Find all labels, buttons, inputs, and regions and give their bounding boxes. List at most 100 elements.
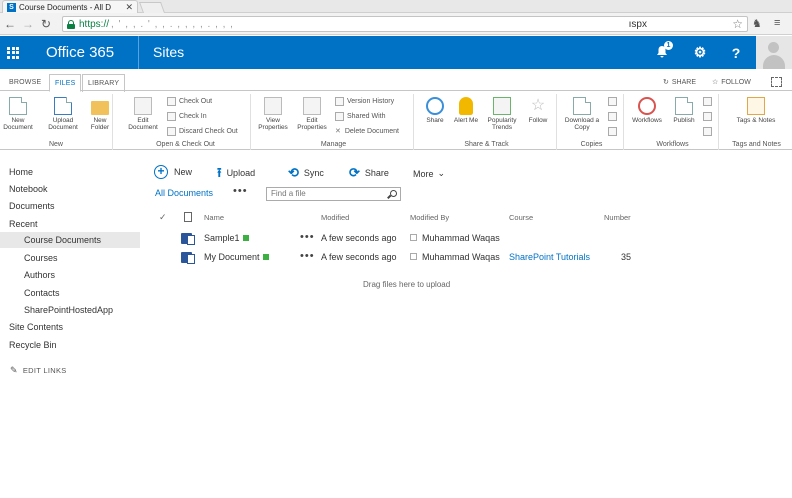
check-in-button[interactable]: Check In	[167, 112, 207, 121]
tab-files[interactable]: FILES	[49, 74, 82, 92]
bookmark-star-icon[interactable]: ☆	[732, 17, 743, 32]
shared-with-button[interactable]: Shared With	[335, 112, 386, 121]
workflows-button[interactable]: Workflows	[627, 97, 667, 124]
table-row[interactable]: My Document ••• A few seconds ago Muhamm…	[155, 249, 645, 267]
cancel-approval-button[interactable]	[703, 127, 715, 136]
office-365-brand[interactable]: Office 365	[46, 36, 114, 69]
nav-authors[interactable]: Authors	[24, 270, 55, 280]
plus-circle-icon: +	[154, 165, 168, 179]
address-bar[interactable]: https:// , ' , , . ' , , . , , , , . , ,…	[62, 16, 748, 32]
new-folder-button[interactable]: New Folder	[86, 97, 114, 131]
edit-document-button[interactable]: Edit Document	[123, 97, 163, 131]
sync-icon: ⟲	[288, 165, 299, 180]
row-more-ellipsis[interactable]: •••	[300, 250, 315, 262]
ribbon-group-share-track: Share Alert Me Popularity Trends ☆ Follo…	[417, 94, 557, 150]
row-name[interactable]: My Document	[204, 252, 260, 262]
extension-icon[interactable]: ♞	[752, 17, 762, 30]
delete-document-button[interactable]: ✕ Delete Document	[335, 127, 399, 136]
avatar[interactable]	[756, 36, 792, 69]
sync-button[interactable]: ⟲ Sync	[288, 166, 324, 179]
row-modified-by[interactable]: Muhammad Waqas	[422, 233, 500, 243]
header-course[interactable]: Course	[509, 213, 533, 222]
table-row[interactable]: Sample1 ••• A few seconds ago Muhammad W…	[155, 230, 645, 248]
discard-check-out-button[interactable]: Discard Check Out	[167, 127, 238, 136]
header-modified-by[interactable]: Modified By	[410, 213, 449, 222]
tab-library[interactable]: LIBRARY	[82, 74, 126, 92]
upload-document-icon	[54, 97, 72, 115]
edit-links-button[interactable]: ✎ EDIT LINKS	[10, 365, 67, 376]
more-button[interactable]: More ⌄	[413, 168, 445, 179]
edit-properties-button[interactable]: Edit Properties	[294, 97, 330, 131]
send-to-button[interactable]	[608, 97, 620, 106]
share-command-button[interactable]: ⟳ Share	[349, 166, 389, 179]
version-history-button[interactable]: Version History	[335, 97, 394, 106]
browser-tab[interactable]: S Course Documents - All D ✕	[2, 0, 138, 13]
row-name-cell[interactable]: My Document	[204, 252, 269, 262]
nav-home[interactable]: Home	[9, 167, 33, 177]
new-button[interactable]: + New	[154, 165, 192, 179]
row-modified-by[interactable]: Muhammad Waqas	[422, 252, 500, 262]
view-more-ellipsis[interactable]: •••	[233, 185, 248, 197]
upload-document-button[interactable]: Upload Document	[46, 97, 80, 131]
unpublish-button[interactable]	[703, 97, 715, 106]
edit-document-icon	[134, 97, 152, 115]
nav-sharepoint-hosted-app[interactable]: SharePointHostedApp	[24, 305, 113, 315]
sites-app-title[interactable]: Sites	[153, 36, 184, 69]
alert-me-button[interactable]: Alert Me	[453, 97, 479, 124]
view-properties-button[interactable]: View Properties	[255, 97, 291, 131]
nav-documents[interactable]: Documents	[9, 201, 55, 211]
upload-button[interactable]: ⭱ Upload	[217, 166, 255, 179]
row-modified-by-cell[interactable]: Muhammad Waqas	[410, 252, 500, 262]
focus-on-content-icon[interactable]	[771, 77, 782, 87]
nav-notebook[interactable]: Notebook	[9, 184, 48, 194]
nav-recycle-bin[interactable]: Recycle Bin	[9, 340, 57, 350]
approve-reject-button[interactable]	[703, 112, 715, 121]
row-more-ellipsis[interactable]: •••	[300, 231, 315, 243]
new-document-button[interactable]: New Document	[1, 97, 35, 131]
check-out-button[interactable]: Check Out	[167, 97, 212, 106]
search-icon[interactable]	[390, 190, 397, 197]
share-button[interactable]: Share	[421, 97, 449, 124]
nav-course-documents[interactable]: Course Documents	[0, 232, 140, 248]
forward-arrow-icon[interactable]: →	[20, 17, 36, 31]
share-link[interactable]: ↻ SHARE	[663, 78, 696, 87]
view-all-documents[interactable]: All Documents	[155, 188, 213, 198]
header-modified[interactable]: Modified	[321, 213, 349, 222]
tags-notes-button[interactable]: Tags & Notes	[731, 97, 781, 124]
ribbon-group-manage: View Properties Edit Properties Version …	[254, 94, 414, 150]
go-to-source-button[interactable]	[608, 127, 620, 136]
follow-button[interactable]: ☆ Follow	[523, 97, 553, 124]
notifications-button[interactable]: 1	[644, 36, 680, 69]
publish-button[interactable]: Publish	[669, 97, 699, 124]
find-file-search-box[interactable]: Find a file	[266, 187, 401, 201]
row-name[interactable]: Sample1	[204, 233, 240, 243]
tab-browse[interactable]: BROWSE	[4, 74, 46, 92]
header-number[interactable]: Number	[604, 213, 631, 222]
workflows-label: Workflows	[632, 117, 662, 124]
app-launcher-button[interactable]	[0, 36, 26, 69]
download-copy-button[interactable]: Download a Copy	[560, 97, 604, 131]
menu-icon[interactable]: ≡	[774, 17, 780, 29]
document-type-header-icon	[184, 212, 192, 222]
view-properties-label: View Properties	[258, 117, 288, 131]
popularity-trends-button[interactable]: Popularity Trends	[483, 97, 521, 131]
new-item-badge-icon	[242, 234, 249, 241]
row-name-cell[interactable]: Sample1	[204, 233, 249, 243]
settings-button[interactable]: ⚙	[682, 36, 718, 69]
nav-courses[interactable]: Courses	[24, 253, 58, 263]
nav-recent[interactable]: Recent	[9, 219, 38, 229]
row-course[interactable]: SharePoint Tutorials	[509, 252, 590, 262]
back-arrow-icon[interactable]: ←	[2, 17, 18, 31]
select-all-checkmark-icon[interactable]: ✓	[159, 212, 167, 223]
nav-site-contents[interactable]: Site Contents	[9, 322, 63, 332]
nav-contacts[interactable]: Contacts	[24, 288, 60, 298]
unpublish-icon	[703, 97, 712, 106]
reload-icon[interactable]: ↻	[38, 17, 54, 31]
follow-link[interactable]: ☆ FOLLOW	[712, 78, 751, 87]
row-modified-by-cell[interactable]: Muhammad Waqas	[410, 233, 500, 243]
new-tab-button[interactable]	[138, 2, 166, 13]
header-name[interactable]: Name	[204, 213, 224, 222]
close-icon[interactable]: ✕	[125, 2, 133, 13]
help-button[interactable]: ?	[718, 36, 754, 69]
manage-copies-button[interactable]	[608, 112, 620, 121]
